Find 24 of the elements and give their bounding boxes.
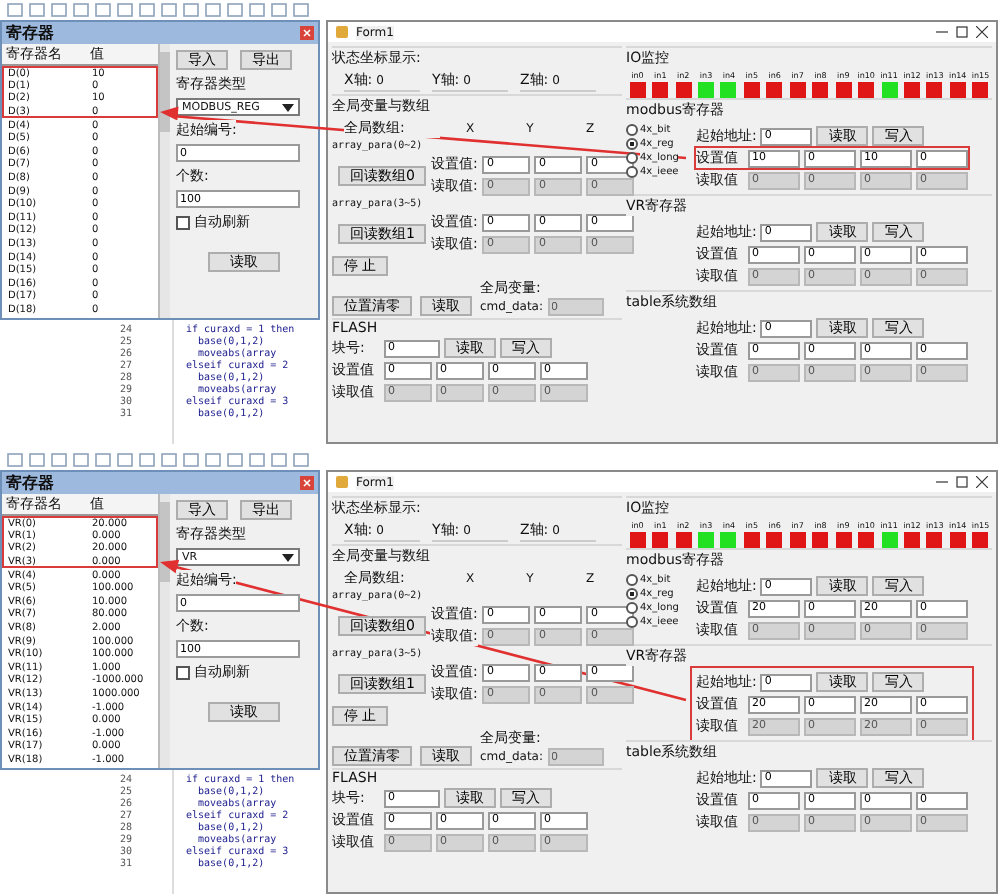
radio-button[interactable] bbox=[626, 588, 638, 600]
caret-icon bbox=[282, 553, 294, 561]
app-icon bbox=[336, 476, 348, 488]
window-title: 寄存器 bbox=[6, 472, 54, 494]
radio-button[interactable] bbox=[626, 616, 638, 628]
checkbox[interactable] bbox=[176, 665, 190, 679]
radio-button[interactable] bbox=[626, 166, 638, 178]
close-icon[interactable] bbox=[976, 26, 988, 38]
radio-button[interactable] bbox=[626, 602, 638, 614]
maximize-icon[interactable] bbox=[956, 26, 968, 38]
scrollbar[interactable] bbox=[160, 494, 170, 768]
window-title: 寄存器 bbox=[6, 22, 54, 44]
checkbox[interactable] bbox=[176, 215, 190, 229]
radio-button[interactable] bbox=[626, 152, 638, 164]
close-icon[interactable] bbox=[976, 476, 988, 488]
minimize-icon[interactable] bbox=[936, 26, 948, 38]
minimize-icon[interactable] bbox=[936, 476, 948, 488]
app-icon bbox=[336, 26, 348, 38]
radio-button[interactable] bbox=[626, 574, 638, 586]
maximize-icon[interactable] bbox=[956, 476, 968, 488]
caret-icon bbox=[282, 103, 294, 111]
radio-button[interactable] bbox=[626, 138, 638, 150]
scrollbar[interactable] bbox=[160, 44, 170, 318]
radio-button[interactable] bbox=[626, 124, 638, 136]
